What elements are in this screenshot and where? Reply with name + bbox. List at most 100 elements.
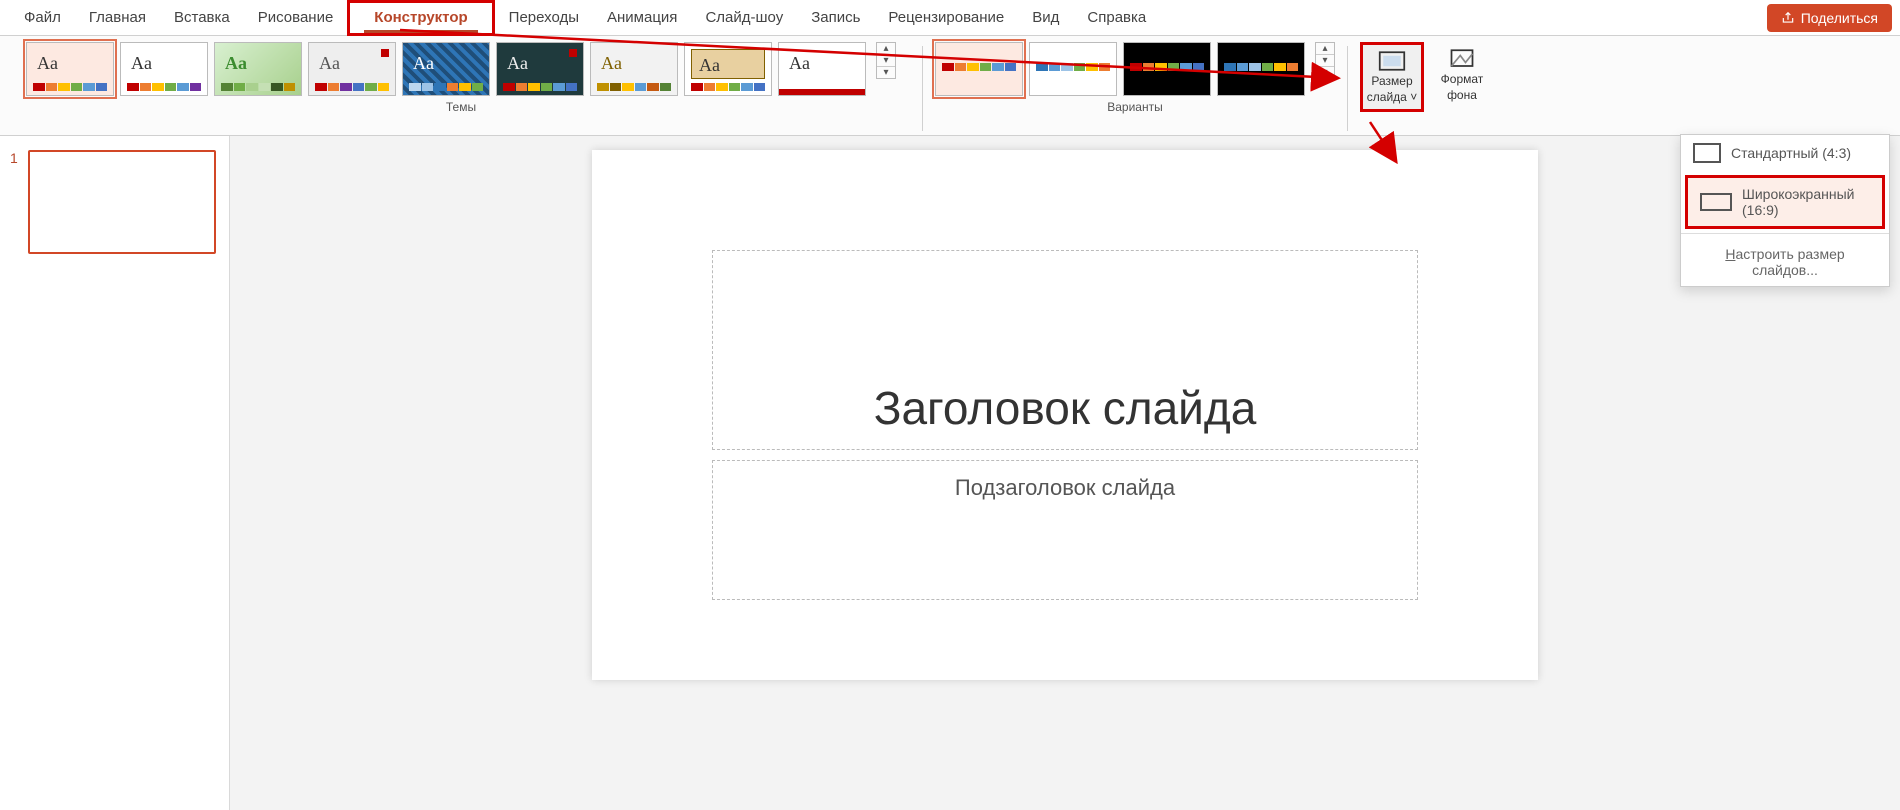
ribbon-tabstrip: Файл Главная Вставка Рисование Конструкт… (0, 0, 1900, 36)
theme-thumb-2[interactable]: Aa (120, 42, 208, 96)
variant-thumb-3[interactable] (1123, 42, 1211, 96)
theme-sample-text: Aa (37, 53, 58, 74)
theme-color-strip (597, 83, 671, 91)
theme-sample-text: Aa (319, 53, 340, 74)
subtitle-placeholder[interactable]: Подзаголовок слайда (712, 460, 1418, 600)
slide-size-button[interactable]: Размер слайда ˅ (1360, 42, 1424, 112)
ribbon-group-variants: ▴ ▾ ▾ Варианты (929, 42, 1341, 135)
theme-sample-text: Aa (699, 55, 720, 76)
tab-insert[interactable]: Вставка (160, 0, 244, 36)
theme-sample-text: Aa (131, 53, 152, 74)
tab-file[interactable]: Файл (10, 0, 75, 36)
variant-thumb-2[interactable] (1029, 42, 1117, 96)
variants-scroll: ▴ ▾ ▾ (1315, 42, 1335, 79)
tab-transitions[interactable]: Переходы (495, 0, 593, 36)
theme-sample-text: Aa (789, 53, 810, 74)
share-icon (1781, 11, 1795, 25)
tab-design-highlight: Конструктор (347, 0, 494, 36)
variant-color-strip (1130, 63, 1204, 71)
ribbon-divider-1 (922, 46, 923, 131)
theme-thumb-6[interactable]: Aa (496, 42, 584, 96)
theme-accent-dot (381, 49, 389, 57)
tab-review[interactable]: Рецензирование (874, 0, 1018, 36)
theme-thumb-1[interactable]: Aa (26, 42, 114, 96)
variant-thumb-4[interactable] (1217, 42, 1305, 96)
ribbon-group-themes: Aa Aa Aa Aa Aa Aa (6, 42, 916, 135)
ribbon: Aa Aa Aa Aa Aa Aa (0, 36, 1900, 136)
slide-size-label-2: слайда ˅ (1367, 91, 1417, 105)
variants-expand[interactable]: ▾ (1316, 67, 1334, 78)
theme-color-strip (691, 83, 765, 91)
theme-color-strip (33, 83, 107, 91)
themes-expand[interactable]: ▾ (877, 67, 895, 78)
menu-separator (1681, 233, 1889, 234)
slide-size-label-1: Размер (1371, 75, 1412, 89)
tab-home[interactable]: Главная (75, 0, 160, 36)
themes-gallery: Aa Aa Aa Aa Aa Aa (26, 42, 896, 96)
theme-sample-text: Aa (225, 53, 247, 74)
slide-size-standard[interactable]: Стандартный (4:3) (1681, 135, 1889, 171)
slide-canvas[interactable]: Заголовок слайда Подзаголовок слайда (592, 150, 1538, 680)
theme-bottom-bar (779, 89, 865, 95)
variant-color-strip (942, 63, 1016, 71)
ribbon-group-customize: Размер слайда ˅ Формат фона (1354, 42, 1500, 135)
slide-size-custom[interactable]: Настроить размер слайдов... (1681, 238, 1889, 286)
format-bg-label-2: фона (1447, 89, 1477, 103)
format-background-icon (1448, 47, 1476, 71)
variant-thumb-1[interactable] (935, 42, 1023, 96)
theme-thumb-8[interactable]: Aa (684, 42, 772, 96)
variants-scroll-down[interactable]: ▾ (1316, 55, 1334, 67)
tab-draw[interactable]: Рисование (244, 0, 348, 36)
slide-size-menu: Стандартный (4:3) Широкоэкранный (16:9) … (1680, 134, 1890, 287)
ratio-16-9-icon (1700, 193, 1732, 211)
theme-thumb-9[interactable]: Aa (778, 42, 866, 96)
variant-color-strip (1224, 63, 1298, 71)
themes-scroll: ▴ ▾ ▾ (876, 42, 896, 79)
share-button[interactable]: Поделиться (1767, 4, 1892, 32)
theme-color-strip (409, 83, 483, 91)
title-placeholder-text: Заголовок слайда (874, 381, 1257, 435)
slide-size-widescreen-label: Широкоэкранный (16:9) (1742, 186, 1870, 218)
customize-group-label (1425, 116, 1428, 130)
theme-thumb-7[interactable]: Aa (590, 42, 678, 96)
tab-animations[interactable]: Анимация (593, 0, 691, 36)
variants-scroll-up[interactable]: ▴ (1316, 43, 1334, 55)
slide-thumbnail-1[interactable] (28, 150, 216, 254)
tab-design[interactable]: Конструктор (364, 3, 477, 33)
menu-custom-rest: астроить размер слайдов... (1735, 246, 1844, 278)
slide-thumb-number: 1 (10, 150, 18, 166)
slide-canvas-area: Заголовок слайда Подзаголовок слайда (230, 136, 1900, 810)
themes-scroll-up[interactable]: ▴ (877, 43, 895, 55)
title-placeholder[interactable]: Заголовок слайда (712, 250, 1418, 450)
tab-slideshow[interactable]: Слайд-шоу (691, 0, 797, 36)
slide-size-icon (1378, 49, 1406, 73)
format-bg-label-1: Формат (1441, 73, 1484, 87)
tab-view[interactable]: Вид (1018, 0, 1073, 36)
theme-color-strip (315, 83, 389, 91)
ribbon-divider-2 (1347, 46, 1348, 131)
theme-sample-text: Aa (507, 53, 528, 74)
theme-thumb-4[interactable]: Aa (308, 42, 396, 96)
themes-scroll-down[interactable]: ▾ (877, 55, 895, 67)
variants-gallery: ▴ ▾ ▾ (935, 42, 1335, 96)
slide-size-standard-label: Стандартный (4:3) (1731, 145, 1851, 161)
format-background-button[interactable]: Формат фона (1430, 42, 1494, 108)
subtitle-placeholder-text: Подзаголовок слайда (955, 475, 1175, 501)
ratio-4-3-icon (1693, 143, 1721, 163)
menu-custom-accel: Н (1725, 246, 1735, 262)
share-label: Поделиться (1801, 10, 1878, 26)
theme-color-strip (221, 83, 295, 91)
theme-accent-dot (569, 49, 577, 57)
tab-record[interactable]: Запись (797, 0, 874, 36)
workspace: 1 Заголовок слайда Подзаголовок слайда (0, 136, 1900, 810)
theme-thumb-3[interactable]: Aa (214, 42, 302, 96)
tab-help[interactable]: Справка (1073, 0, 1160, 36)
theme-color-strip (127, 83, 201, 91)
theme-thumb-5[interactable]: Aa (402, 42, 490, 96)
theme-color-strip (503, 83, 577, 91)
theme-sample-text: Aa (413, 53, 434, 74)
slide-thumbnails-pane: 1 (0, 136, 230, 810)
slide-size-widescreen[interactable]: Широкоэкранный (16:9) (1685, 175, 1885, 229)
themes-group-label: Темы (446, 100, 476, 114)
variant-color-strip (1036, 63, 1110, 71)
